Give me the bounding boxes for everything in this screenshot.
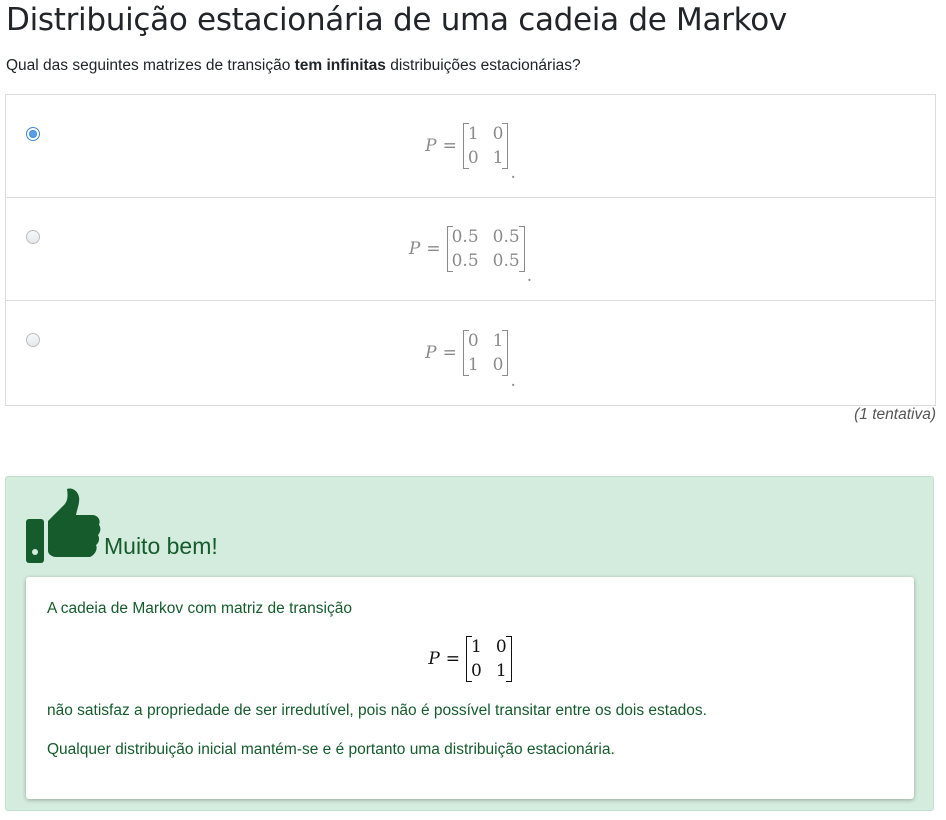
matrix-cell: 0.5 <box>451 227 479 247</box>
feedback-panel: Muito bem! A cadeia de Markov com matriz… <box>5 476 934 811</box>
matrix-cell: 0.5 <box>492 251 520 271</box>
matrix-variable: P <box>425 343 437 363</box>
matrix-cell: 0.5 <box>492 227 520 247</box>
option-2-formula: P = 0.5 0.5 0.5 0.5 . <box>6 198 935 300</box>
matrix-variable: P <box>425 136 437 156</box>
answer-option-1[interactable]: P = 1 0 0 1 . <box>6 95 935 198</box>
matrix-cell: 0.5 <box>451 251 479 271</box>
answer-options: P = 1 0 0 1 . P = 0.5 0.5 0.5 0.5 . P = … <box>5 94 936 406</box>
equals-sign: = <box>445 649 461 669</box>
question-emphasis: tem infinitas <box>294 57 386 74</box>
matrix-variable: P <box>408 239 421 259</box>
period: . <box>510 163 516 183</box>
explanation-line-1: A cadeia de Markov com matriz de transiç… <box>47 600 352 617</box>
feedback-title: Muito bem! <box>104 533 218 559</box>
answer-option-3[interactable]: P = 0 1 1 0 . <box>6 301 935 405</box>
matrix-cell: 0 <box>492 355 504 375</box>
equals-sign: = <box>442 343 457 363</box>
period: . <box>510 371 516 391</box>
answer-option-2[interactable]: P = 0.5 0.5 0.5 0.5 . <box>6 198 935 301</box>
matrix-cell: 1 <box>467 355 479 375</box>
matrix-cell: 1 <box>495 661 507 681</box>
option-1-formula: P = 1 0 0 1 . <box>6 95 935 197</box>
question-suffix: distribuições estacionárias? <box>385 57 581 74</box>
matrix: 1 0 0 1 <box>466 636 512 682</box>
period: . <box>526 266 533 286</box>
matrix: 1 0 0 1 <box>462 123 509 169</box>
matrix-cell: 1 <box>467 124 479 144</box>
question-prefix: Qual das seguintes matrizes de transição <box>6 57 295 74</box>
matrix-cell: 1 <box>492 331 504 351</box>
option-3-formula: P = 0 1 1 0 . <box>6 301 935 405</box>
matrix-cell: 1 <box>492 148 504 168</box>
equals-sign: = <box>426 239 441 259</box>
explanation-line-3: Qualquer distribuição inicial mantém-se … <box>47 741 615 758</box>
matrix-cell: 1 <box>471 637 482 657</box>
page-title: Distribuição estacionária de uma cadeia … <box>6 2 787 38</box>
thumbs-up-icon <box>26 488 101 563</box>
question-text: Qual das seguintes matrizes de transição… <box>6 57 581 75</box>
matrix-cell: 0 <box>471 661 482 681</box>
matrix-cell: 0 <box>467 331 479 351</box>
matrix-cell: 0 <box>495 637 507 657</box>
feedback-explanation-card: A cadeia de Markov com matriz de transiç… <box>26 577 914 799</box>
matrix-cell: 0 <box>492 124 504 144</box>
explanation-formula: P = 1 0 0 1 <box>26 634 914 684</box>
matrix: 0 1 1 0 <box>462 330 509 376</box>
matrix-cell: 0 <box>467 148 479 168</box>
matrix: 0.5 0.5 0.5 0.5 <box>446 226 525 272</box>
equals-sign: = <box>442 136 457 156</box>
attempts-count: (1 tentativa) <box>854 406 936 423</box>
explanation-line-2: não satisfaz a propriedade de ser irredu… <box>47 702 707 719</box>
matrix-variable: P <box>428 649 440 669</box>
